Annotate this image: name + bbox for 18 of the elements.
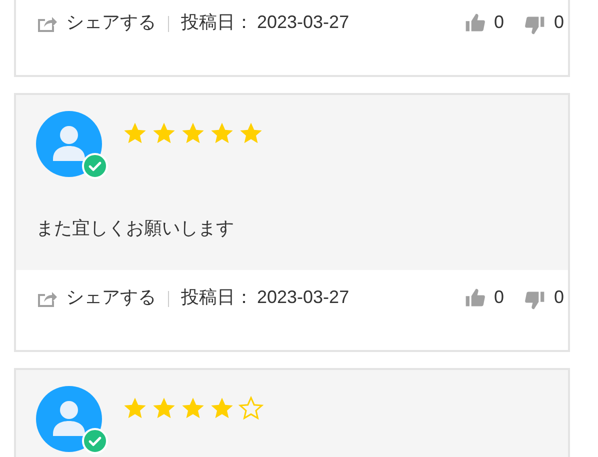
- share-link[interactable]: シェアする: [66, 9, 156, 36]
- thumbs-down-icon[interactable]: [524, 14, 546, 36]
- dislike-count: 0: [554, 286, 564, 309]
- post-date: 2023-03-27: [257, 286, 350, 309]
- star-outline-icon: [238, 395, 264, 421]
- share-icon[interactable]: [36, 289, 58, 309]
- share-link[interactable]: シェアする: [66, 284, 156, 311]
- thumbs-up-icon[interactable]: [464, 287, 486, 309]
- share-icon[interactable]: [36, 14, 58, 34]
- post-date-label: 投稿日：: [181, 286, 253, 309]
- post-date-label: 投稿日：: [181, 11, 253, 34]
- thumbs-down-icon[interactable]: [524, 289, 546, 311]
- dislike-count: 0: [554, 11, 564, 34]
- post-date: 2023-03-27: [257, 11, 350, 34]
- review-comment: また宜しくお願いします: [35, 217, 235, 240]
- like-count: 0: [494, 286, 504, 309]
- like-count: 0: [494, 11, 504, 34]
- thumbs-up-icon[interactable]: [464, 12, 486, 34]
